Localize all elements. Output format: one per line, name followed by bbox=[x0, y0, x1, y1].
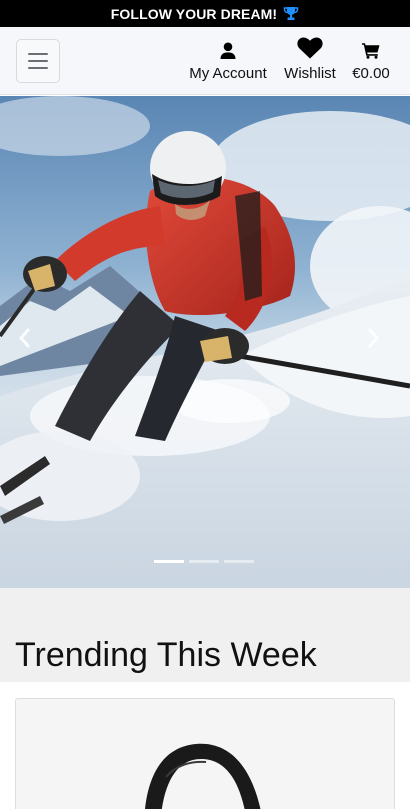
product-card[interactable] bbox=[15, 698, 395, 809]
carousel-indicator-3[interactable] bbox=[224, 560, 254, 563]
my-account-link[interactable]: My Account bbox=[186, 37, 270, 82]
carousel-prev-button[interactable] bbox=[18, 328, 42, 358]
trending-section: Trending This Week bbox=[0, 588, 410, 682]
hero-carousel bbox=[0, 96, 410, 588]
promo-banner-text: FOLLOW YOUR DREAM! bbox=[110, 5, 278, 22]
chevron-right-icon bbox=[367, 328, 380, 348]
user-icon bbox=[220, 37, 236, 59]
carousel-indicators bbox=[154, 560, 254, 563]
carousel-indicator-1[interactable] bbox=[154, 560, 184, 563]
my-account-label: My Account bbox=[189, 65, 267, 82]
heart-icon bbox=[297, 37, 323, 59]
cart-total-label: €0.00 bbox=[352, 65, 390, 82]
hamburger-menu-icon bbox=[28, 53, 48, 55]
main-navbar: My Account Wishlist €0.00 bbox=[0, 27, 410, 95]
product-bag-image bbox=[145, 743, 261, 809]
trending-heading: Trending This Week bbox=[15, 636, 317, 674]
wishlist-label: Wishlist bbox=[284, 65, 336, 82]
cart-link[interactable]: €0.00 bbox=[349, 37, 393, 82]
shopping-cart-icon bbox=[362, 37, 380, 59]
carousel-indicator-2[interactable] bbox=[189, 560, 219, 563]
carousel-next-button[interactable] bbox=[366, 328, 390, 358]
navbar-toggler-button[interactable] bbox=[16, 39, 60, 83]
hero-skier-image bbox=[0, 96, 410, 588]
wishlist-link[interactable]: Wishlist bbox=[281, 37, 339, 82]
promo-banner: FOLLOW YOUR DREAM! bbox=[0, 0, 410, 27]
product-list bbox=[0, 682, 410, 809]
chevron-left-icon bbox=[18, 328, 31, 348]
trophy-icon bbox=[283, 6, 299, 21]
